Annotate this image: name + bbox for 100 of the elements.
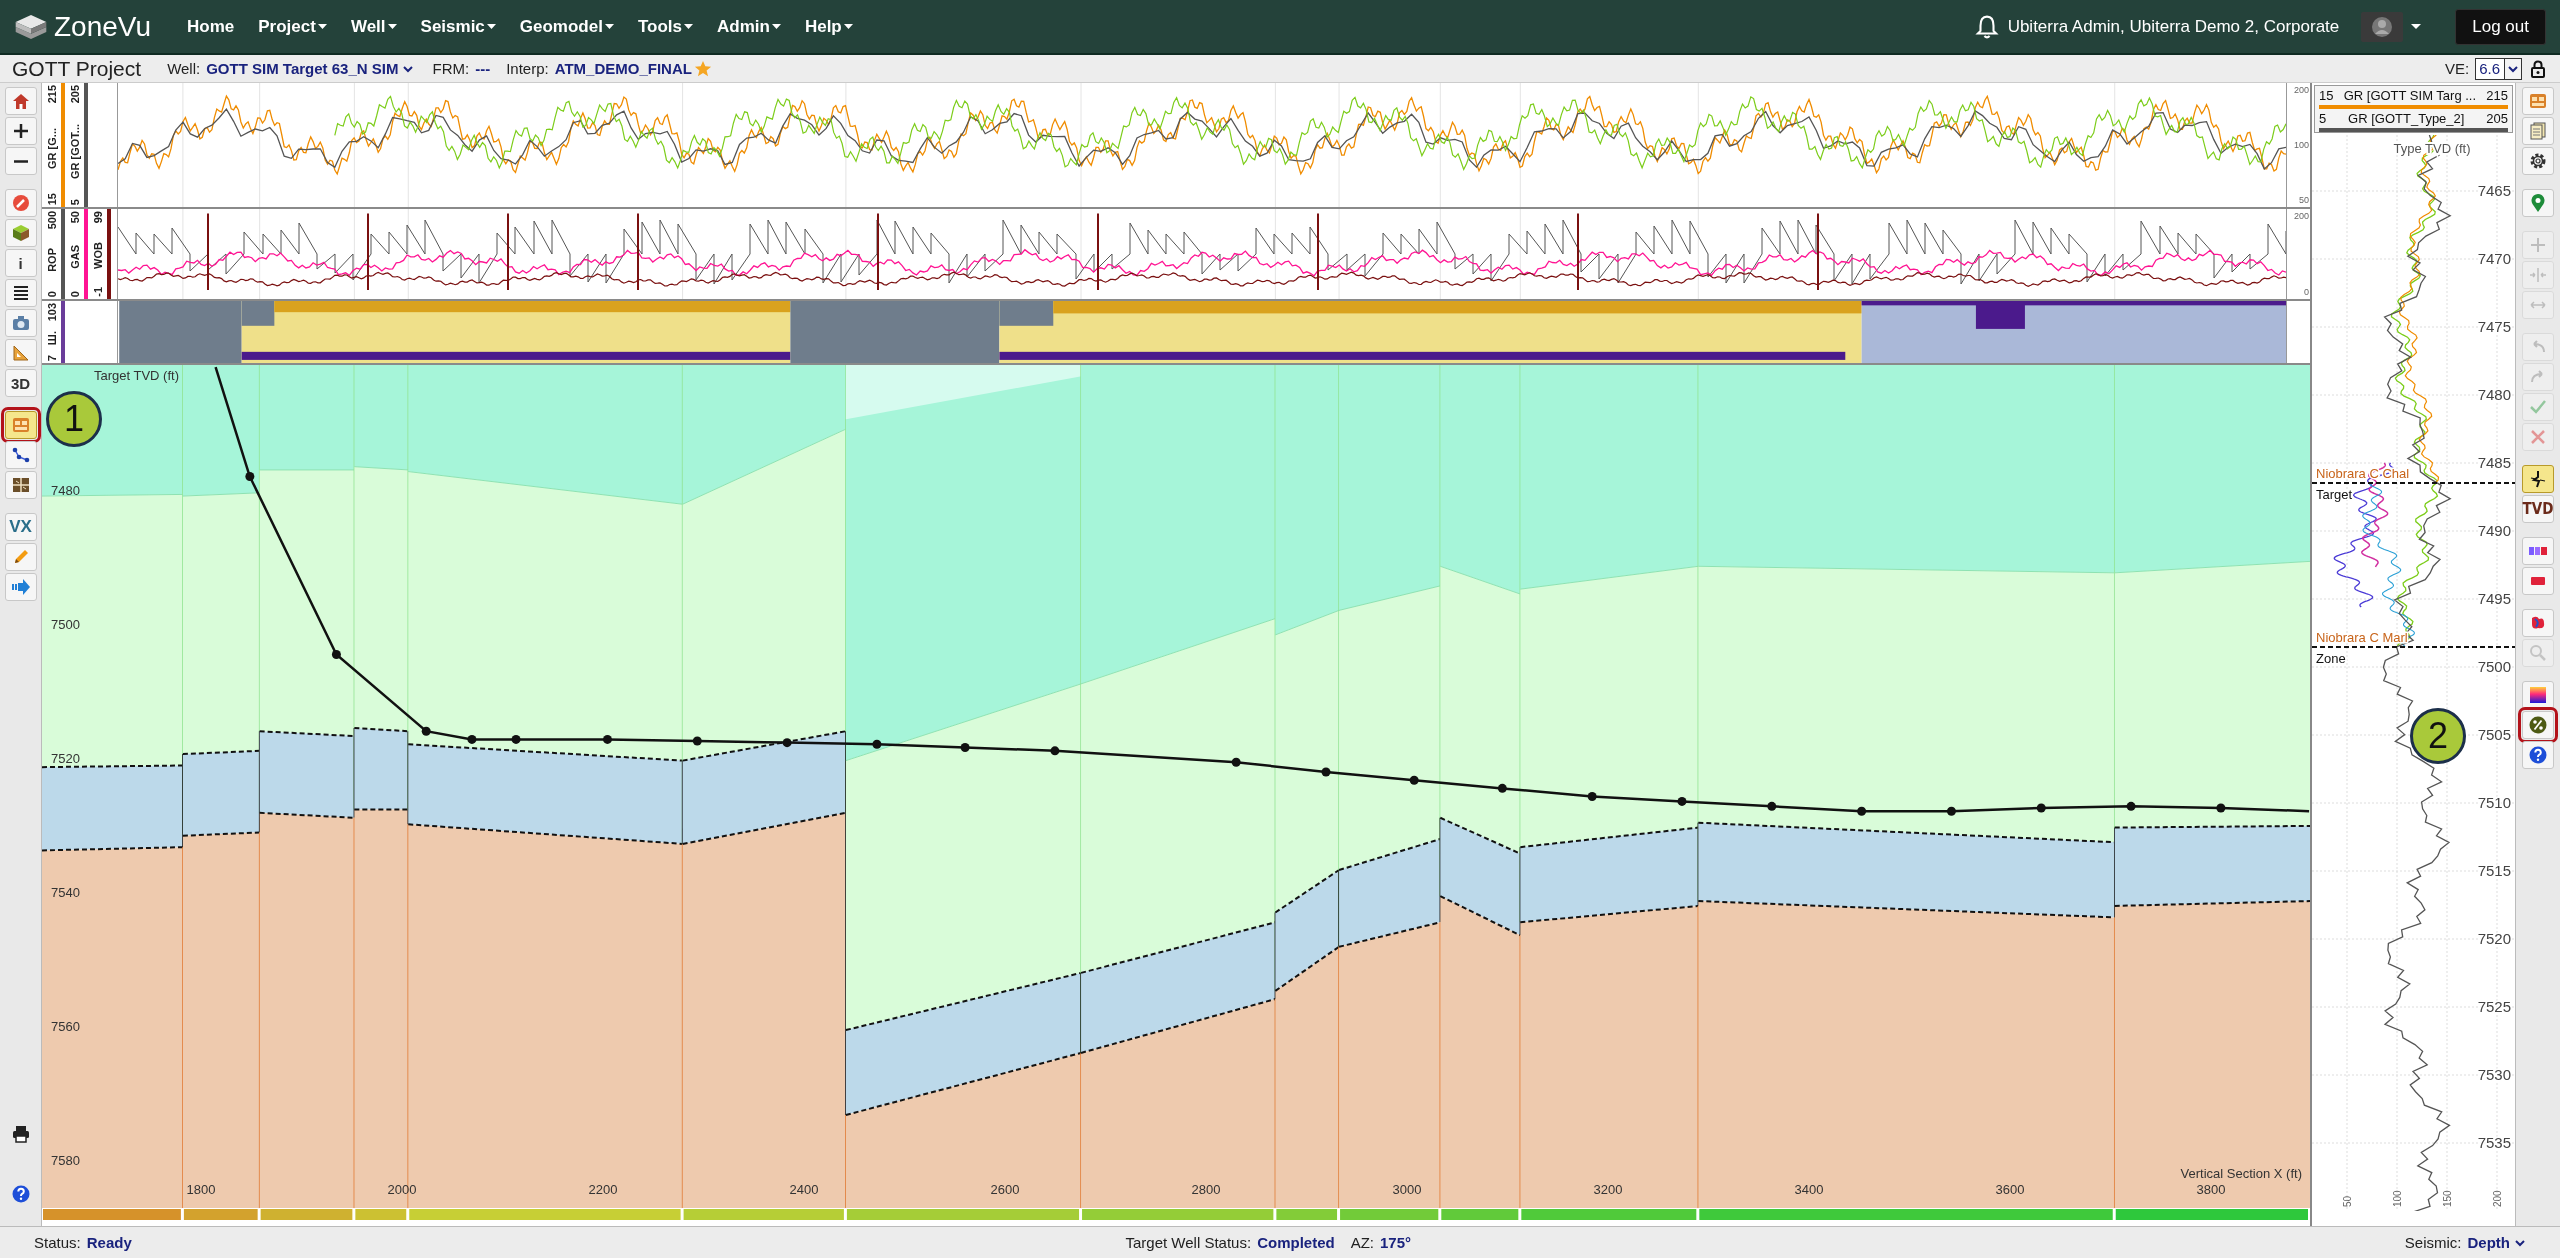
curve-min: 7 (45, 354, 58, 361)
menu-item[interactable]: Geomodel (509, 10, 624, 43)
depth-label: 7535 (2477, 1134, 2511, 1151)
curve-max: 99 (91, 211, 104, 224)
depth-label: 7495 (2477, 590, 2511, 607)
well-status-label: Target Well Status: (1125, 1234, 1252, 1251)
curve-min: 5 (2319, 111, 2327, 126)
tool-button[interactable] (2522, 741, 2554, 769)
arrow-icon (10, 577, 31, 597)
scale-label: 100 (2292, 140, 2309, 150)
tool-button[interactable] (2522, 147, 2554, 175)
scale-label: 200 (2292, 211, 2309, 221)
axis-label: 3200 (1593, 1182, 1623, 1197)
menu-item[interactable]: Tools (627, 10, 703, 43)
search-icon (2528, 643, 2548, 663)
tool-button[interactable]: 3D (4, 369, 37, 397)
settings-icon (2528, 151, 2548, 171)
curve-name: ROP (45, 248, 58, 273)
user-name: Ubiterra Admin, Ubiterra Demo 2, Corporate (2007, 16, 2340, 37)
chevron-icon (402, 63, 415, 74)
axis-label: 100 (2392, 1190, 2403, 1207)
depth-label: 7520 (2477, 930, 2511, 947)
menu-item[interactable]: Admin (707, 10, 791, 43)
caret-icon[interactable] (2411, 23, 2422, 30)
axis-label: 50 (2342, 1195, 2353, 1207)
menu-item[interactable]: Well (340, 10, 407, 43)
depth-label: 7510 (2477, 794, 2511, 811)
avatar[interactable] (2361, 11, 2404, 42)
axis-title: Target TVD (ft) (94, 368, 179, 383)
depth-label: 7465 (2477, 182, 2511, 199)
curve-max: 205 (2486, 111, 2508, 126)
callout-badge: 2 (2410, 708, 2466, 764)
well-label: Well: (167, 60, 201, 77)
tool-button[interactable] (2522, 465, 2554, 493)
tool-button[interactable] (2522, 681, 2554, 709)
scale-label: 50 (2298, 195, 2309, 205)
axis-label: 3800 (2196, 1182, 2226, 1197)
axis-label: 3600 (1995, 1182, 2025, 1197)
curve-max: 215 (45, 85, 58, 104)
menu-item[interactable]: Project (248, 10, 337, 43)
well-dropdown[interactable]: GOTT SIM Target 63_N SIM (206, 60, 415, 77)
axis-label: 7520 (51, 751, 80, 766)
logout-button[interactable]: Log out (2455, 8, 2546, 45)
zone-segment (355, 1209, 407, 1220)
logo-text: ZoneVu (54, 10, 152, 43)
curve-name: GR [GOT... (68, 123, 81, 179)
menu-item[interactable]: Help (794, 10, 863, 43)
axis-label: 7480 (51, 483, 80, 498)
depth-label: 7525 (2477, 998, 2511, 1015)
tool-button[interactable] (4, 441, 37, 469)
interp-value[interactable]: ATM_DEMO_FINAL (554, 60, 692, 77)
cube-icon (10, 223, 31, 243)
depth-label: 7500 (2477, 658, 2511, 675)
curve-name: WOB (91, 241, 104, 269)
panels-icon (2528, 91, 2548, 111)
curve-max: 500 (45, 211, 58, 230)
curve-name: GAS (68, 245, 81, 269)
azimuth-label: AZ: (1350, 1234, 1374, 1251)
ve-select[interactable]: 6.6 (2475, 57, 2522, 80)
depth-label: 7480 (2477, 386, 2511, 403)
help-icon (2528, 745, 2548, 765)
axis-label: 7580 (51, 1153, 80, 1168)
tool-button[interactable]: i (4, 249, 37, 277)
tool-button[interactable] (4, 471, 37, 499)
axis-label: 7540 (51, 885, 80, 900)
tool-button[interactable] (4, 147, 37, 175)
tool-button[interactable] (2522, 609, 2554, 637)
curve-max: 50 (68, 211, 81, 224)
chevron-icon (2507, 63, 2519, 74)
menu-item[interactable]: Home (177, 10, 245, 43)
documents-icon (2528, 121, 2548, 141)
grid-icon (10, 475, 31, 495)
tool-button[interactable]: VX (4, 513, 37, 541)
curve-min: -1 (91, 287, 104, 297)
seismic-dropdown[interactable]: Depth (2467, 1234, 2526, 1251)
percent-icon (2528, 715, 2548, 735)
axis-label: 2000 (387, 1182, 417, 1197)
ve-label: VE: (2444, 60, 2470, 77)
tool-button[interactable]: TVD (2522, 495, 2554, 523)
axis-label: 7500 (51, 617, 80, 632)
axis-label: 7560 (51, 1019, 80, 1034)
scale-label: 200 (2292, 85, 2309, 95)
tool-button[interactable] (4, 117, 37, 145)
curve-max: 103 (45, 303, 58, 322)
marker-label: Niobrara C Marl (2316, 630, 2408, 645)
user-icon (2371, 15, 2394, 38)
curve-max: 205 (68, 85, 81, 104)
curve-min: 0 (68, 290, 81, 297)
axis-label: 150 (2442, 1190, 2453, 1207)
menu-item[interactable]: Seismic (410, 10, 506, 43)
curve-name: GR [G... (45, 127, 58, 169)
star-icon[interactable] (693, 59, 712, 78)
depth-label: 7505 (2477, 726, 2511, 743)
curve-name: GR [GOTT_Type_2] (2348, 111, 2465, 126)
axis-label: 2800 (1191, 1182, 1221, 1197)
depth-label: 7485 (2477, 454, 2511, 471)
axis-label: 1800 (186, 1182, 216, 1197)
tool-button[interactable] (4, 279, 37, 307)
azimuth-value: 175° (1380, 1234, 1412, 1251)
axis-label: 3000 (1392, 1182, 1422, 1197)
